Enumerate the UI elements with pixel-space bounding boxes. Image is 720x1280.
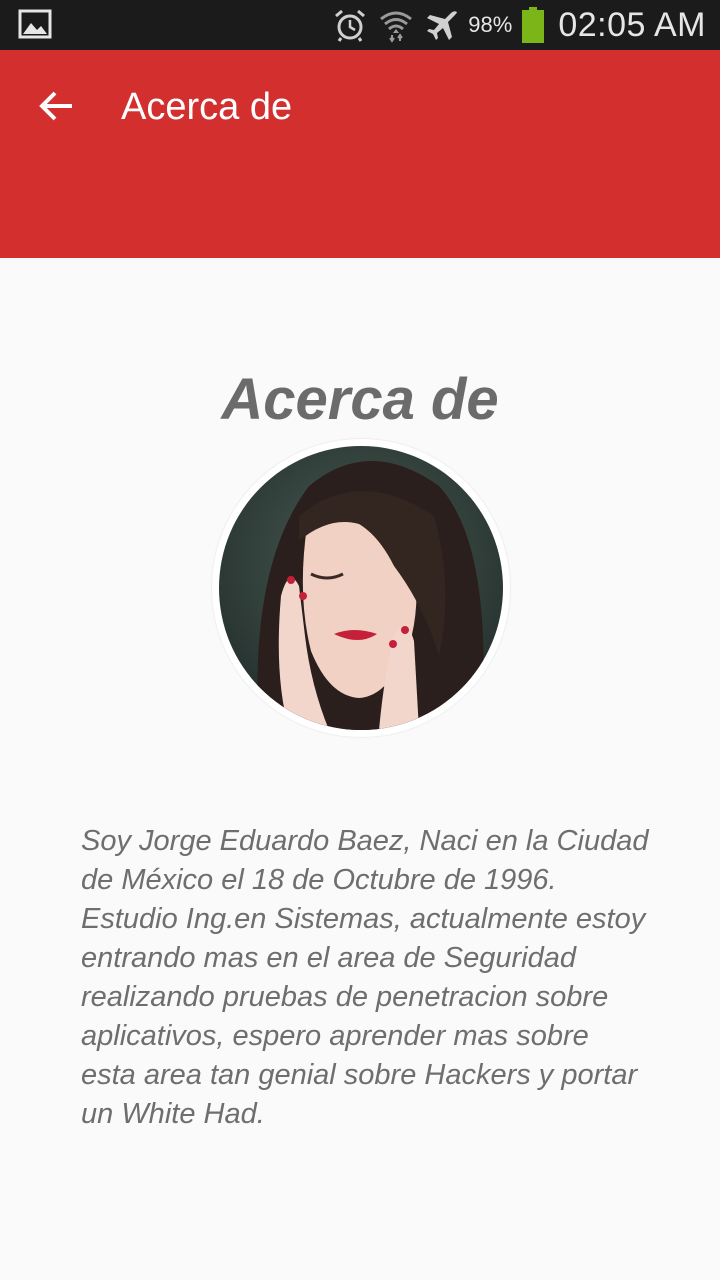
app-bar-title: Acerca de [121, 86, 293, 128]
app-bar: Acerca de [0, 50, 720, 258]
bio-text: Soy Jorge Eduardo Baez, Naci en la Ciuda… [81, 825, 649, 1130]
clock: 02:05 AM [558, 5, 706, 44]
back-button[interactable] [26, 76, 86, 136]
status-bar: 98% 02:05 AM [0, 0, 720, 50]
airplane-icon [427, 11, 458, 40]
battery-percent: 98% [468, 12, 513, 37]
wifi-icon [380, 11, 413, 43]
alarm-icon [335, 9, 366, 42]
arrow-left-icon [39, 91, 72, 121]
gallery-icon [18, 9, 52, 39]
profile-photo [219, 446, 503, 730]
battery-icon [522, 7, 545, 43]
page-heading: Acerca de [221, 367, 499, 432]
profile-avatar [212, 439, 510, 737]
